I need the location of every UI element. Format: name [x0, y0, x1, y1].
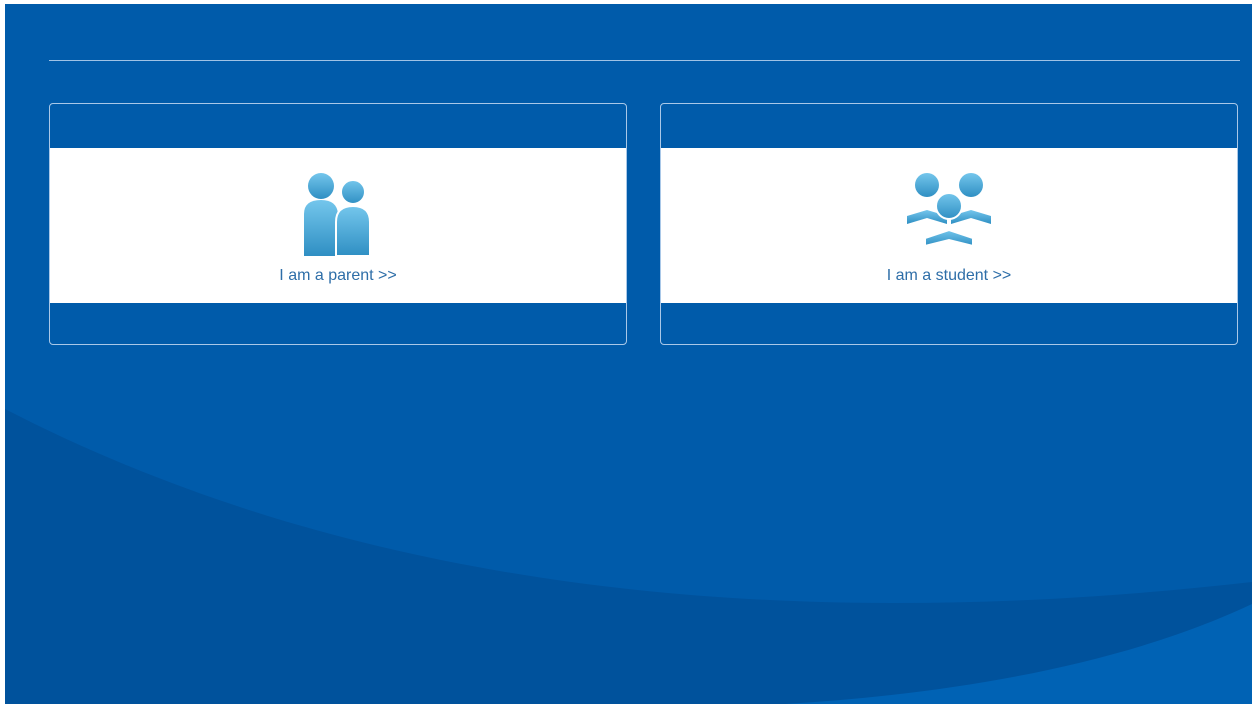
parent-link[interactable]: I am a parent >> [50, 267, 626, 285]
top-divider [49, 60, 1240, 61]
page-background: I am a parent >> I am a student >> [5, 4, 1252, 704]
student-card[interactable]: I am a student >> [660, 103, 1238, 345]
student-link[interactable]: I am a student >> [661, 267, 1237, 285]
student-card-band[interactable]: I am a student >> [661, 148, 1237, 303]
parent-card[interactable]: I am a parent >> [49, 103, 627, 345]
students-icon [907, 173, 991, 248]
parents-icon [304, 173, 371, 256]
parent-card-band[interactable]: I am a parent >> [50, 148, 626, 303]
